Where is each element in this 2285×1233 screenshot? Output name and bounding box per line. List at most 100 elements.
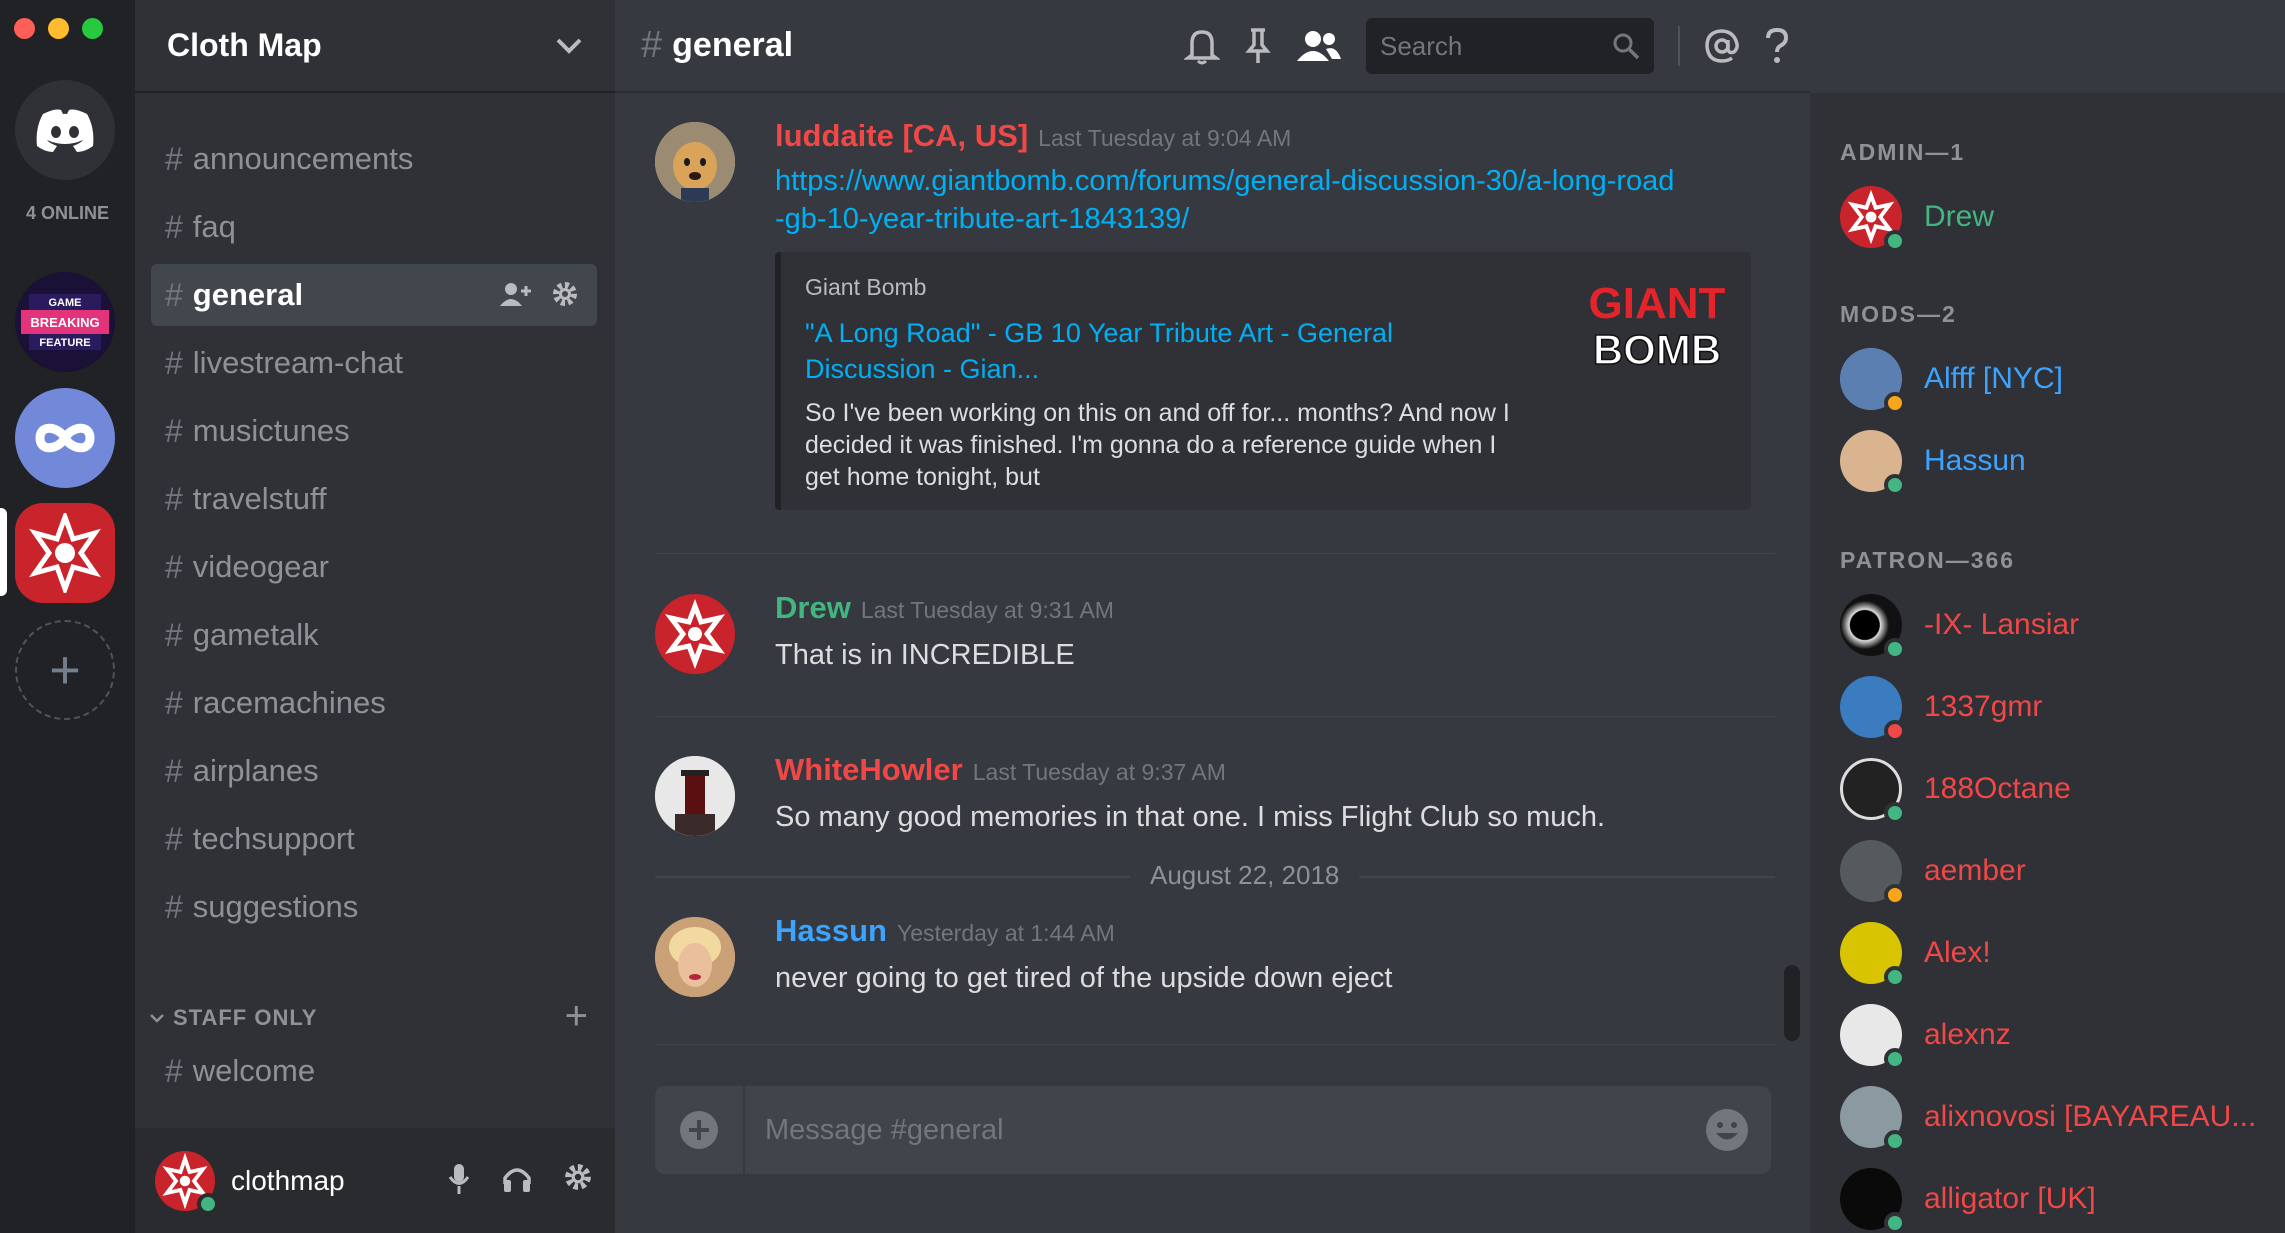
server-cloth-map[interactable]	[15, 503, 115, 603]
home-button[interactable]	[15, 80, 115, 180]
discord-logo-icon	[36, 109, 94, 152]
channel-livestream-chat[interactable]: # livestream-chat	[151, 332, 597, 394]
message-separator	[655, 553, 1775, 554]
embed-description: So I've been working on this on and off …	[805, 399, 1510, 491]
user-avatar[interactable]	[155, 1150, 219, 1215]
category-staff-only[interactable]: STAFF ONLY +	[149, 994, 589, 1038]
status-dot	[1884, 720, 1906, 742]
channel-label: travelstuff	[192, 481, 327, 516]
status-dot	[1884, 1130, 1906, 1152]
message-separator	[655, 1044, 1775, 1045]
server-infinity[interactable]	[15, 388, 115, 488]
channel-airplanes[interactable]: # airplanes	[151, 740, 597, 802]
upload-button[interactable]	[655, 1086, 745, 1174]
cloth-map-logo-icon	[664, 598, 726, 670]
member-item[interactable]: 1337gmr	[1840, 675, 2280, 742]
member-avatar	[1840, 1168, 1906, 1233]
search-input[interactable]: Search	[1366, 18, 1654, 74]
member-item[interactable]: Alex!	[1840, 921, 2280, 988]
create-channel-icon[interactable]: +	[565, 994, 589, 1039]
mentions-icon[interactable]	[1704, 28, 1740, 64]
invite-member-icon[interactable]	[499, 280, 533, 308]
hash-icon: #	[165, 412, 183, 449]
channel-general[interactable]: # general	[151, 264, 597, 326]
headphones-icon[interactable]	[501, 1162, 533, 1194]
member-item[interactable]: 188Octane	[1840, 757, 2280, 824]
notification-bell-icon[interactable]	[1184, 27, 1220, 65]
guild-name: Cloth Map	[167, 27, 322, 63]
microphone-icon[interactable]	[447, 1162, 471, 1196]
member-name: Alfff [NYC]	[1924, 362, 2063, 395]
member-item[interactable]: Hassun	[1840, 429, 2280, 496]
add-server-button[interactable]: +	[15, 620, 115, 720]
member-item[interactable]: aember	[1840, 839, 2280, 906]
member-avatar	[1840, 840, 1906, 906]
message-author[interactable]: Drew	[775, 590, 851, 625]
svg-text:GIANT: GIANT	[1589, 279, 1726, 328]
channel-label: general	[192, 277, 304, 312]
hash-icon: #	[165, 548, 183, 585]
message-author[interactable]: WhiteHowler	[775, 752, 963, 787]
channel-videogear[interactable]: # videogear	[151, 536, 597, 598]
message-avatar[interactable]	[655, 122, 735, 202]
hash-icon: #	[165, 616, 183, 653]
infinity-icon	[35, 423, 95, 453]
minimize-window-button[interactable]	[48, 18, 69, 39]
search-placeholder: Search	[1380, 30, 1463, 61]
message-input[interactable]: Message #general	[655, 1086, 1771, 1174]
search-icon	[1613, 33, 1640, 60]
gear-icon[interactable]	[563, 1162, 593, 1192]
game-breaking-feature-logo: GAME BREAKING FEATURE	[15, 272, 115, 372]
member-avatar	[1840, 758, 1906, 824]
gear-icon[interactable]	[551, 280, 579, 308]
svg-text:FEATURE: FEATURE	[39, 337, 90, 349]
channel-travelstuff[interactable]: # travelstuff	[151, 468, 597, 530]
member-item[interactable]: alligator [UK]	[1840, 1167, 2280, 1233]
status-dot	[1884, 1048, 1906, 1070]
zoom-window-button[interactable]	[82, 18, 103, 39]
member-item[interactable]: alexnz	[1840, 1003, 2280, 1070]
help-icon[interactable]	[1764, 28, 1790, 64]
hash-icon: #	[165, 276, 183, 313]
member-item[interactable]: Alfff [NYC]	[1840, 347, 2280, 414]
scrollbar-thumb[interactable]	[1784, 965, 1800, 1041]
channel-label: techsupport	[192, 821, 355, 856]
guild-header[interactable]: Cloth Map	[135, 0, 615, 93]
channel-suggestions[interactable]: # suggestions	[151, 876, 597, 938]
message-text: never going to get tired of the upside d…	[775, 962, 1393, 994]
embed-title[interactable]: "A Long Road" - GB 10 Year Tribute Art -…	[805, 315, 1525, 387]
emoji-icon[interactable]	[1705, 1108, 1749, 1152]
member-avatar	[1840, 186, 1906, 252]
member-item[interactable]: alixnovosi [BAYAREAU...	[1840, 1085, 2280, 1152]
channel-label: gametalk	[192, 617, 319, 652]
server-game-breaking-feature[interactable]: GAME BREAKING FEATURE	[15, 272, 115, 372]
channel-racemachines[interactable]: # racemachines	[151, 672, 597, 734]
message-avatar[interactable]	[655, 756, 735, 836]
date-divider-label: August 22, 2018	[1130, 860, 1360, 891]
message-author[interactable]: luddaite [CA, US]	[775, 118, 1028, 153]
pin-icon[interactable]	[1244, 27, 1272, 65]
message-link[interactable]: https://www.giantbomb.com/forums/general…	[775, 162, 1675, 238]
message-author[interactable]: Hassun	[775, 913, 887, 948]
message-avatar[interactable]	[655, 917, 735, 997]
member-avatar	[1840, 1086, 1906, 1152]
channel-announcements[interactable]: # announcements	[151, 128, 597, 190]
member-list: ADMIN—1 Drew MODS—2 Alfff [NYC] Hassun P…	[1810, 93, 2285, 1233]
message-avatar[interactable]	[655, 594, 735, 674]
channel-musictunes[interactable]: # musictunes	[151, 400, 597, 462]
close-window-button[interactable]	[14, 18, 35, 39]
member-item[interactable]: -IX- Lansiar	[1840, 593, 2280, 660]
giant-bomb-thumbnail[interactable]: GIANT BOMB	[1585, 272, 1729, 382]
channel-label: announcements	[192, 141, 414, 176]
message-separator	[655, 716, 1775, 717]
member-item[interactable]: Drew	[1840, 185, 2280, 252]
channel-gametalk[interactable]: # gametalk	[151, 604, 597, 666]
channel-faq[interactable]: # faq	[151, 196, 597, 258]
member-list-icon[interactable]	[1296, 29, 1342, 63]
channel-techsupport[interactable]: # techsupport	[151, 808, 597, 870]
username: clothmap	[231, 1164, 345, 1196]
channel-label: airplanes	[192, 753, 319, 788]
hash-icon: #	[165, 752, 183, 789]
role-header-mods: MODS—2	[1840, 301, 1957, 327]
channel-welcome[interactable]: # welcome	[151, 1040, 597, 1102]
